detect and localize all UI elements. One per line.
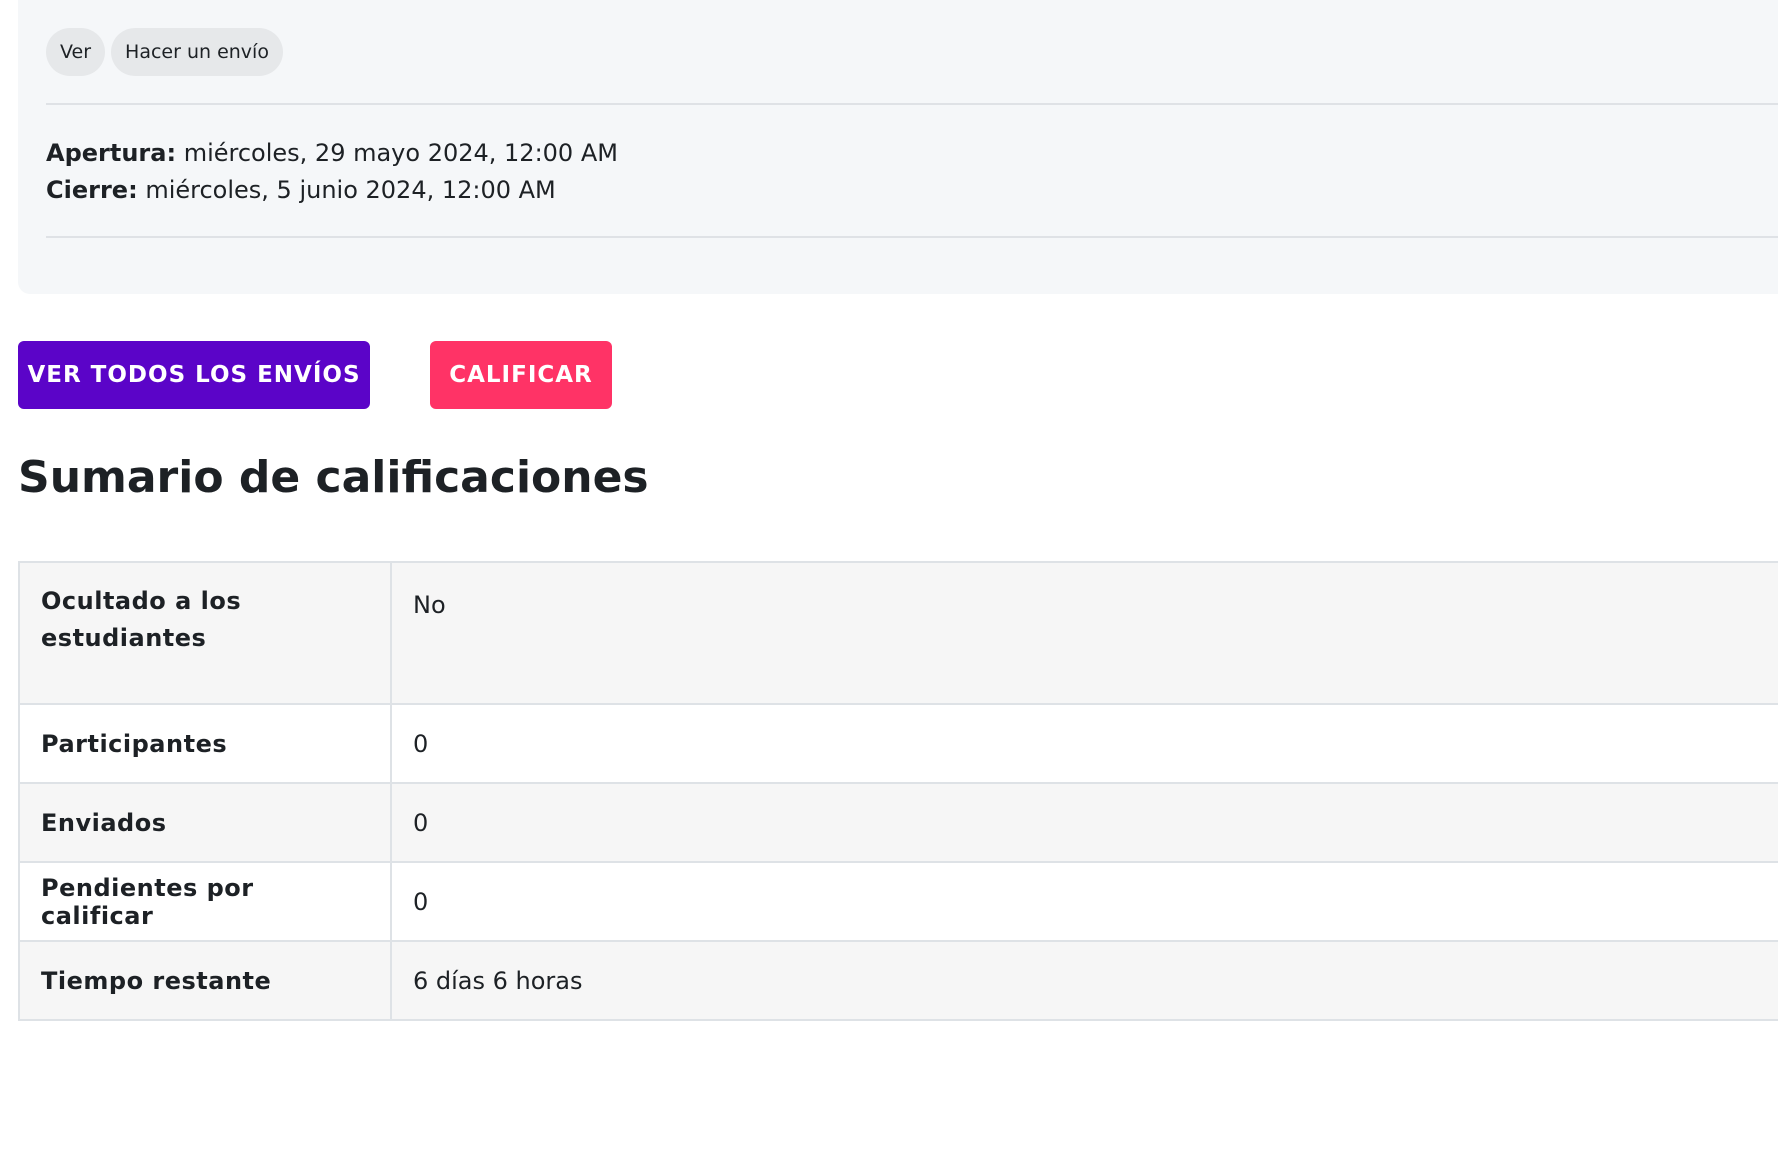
row-value: 0 [390, 782, 1778, 863]
table-row: Pendientes por calificar 0 [18, 861, 1778, 942]
table-row: Enviados 0 [18, 782, 1778, 863]
divider [46, 103, 1778, 105]
closing-label: Cierre: [46, 176, 138, 204]
activity-info-card: Ver Hacer un envío Apertura: miércoles, … [18, 0, 1778, 294]
table-row: Participantes 0 [18, 703, 1778, 784]
table-row: Tiempo restante 6 días 6 horas [18, 940, 1778, 1021]
view-all-submissions-button[interactable]: VER TODOS LOS ENVÍOS [18, 341, 370, 409]
row-value: No [390, 561, 1778, 705]
row-value: 6 días 6 horas [390, 940, 1778, 1021]
row-value: 0 [390, 703, 1778, 784]
row-label: Tiempo restante [18, 940, 392, 1021]
tag-ver: Ver [46, 28, 106, 76]
divider [46, 236, 1778, 238]
activity-dates: Apertura: miércoles, 29 mayo 2024, 12:00… [46, 135, 618, 209]
row-label: Participantes [18, 703, 392, 784]
opening-value: miércoles, 29 mayo 2024, 12:00 AM [183, 139, 618, 167]
closing-date: Cierre: miércoles, 5 junio 2024, 12:00 A… [46, 172, 618, 209]
grading-summary-table: Ocultado a los estudiantes No Participan… [18, 561, 1778, 1021]
grade-button[interactable]: CALIFICAR [430, 341, 612, 409]
table-row: Ocultado a los estudiantes No [18, 561, 1778, 705]
row-label: Ocultado a los estudiantes [18, 561, 392, 705]
closing-value: miércoles, 5 junio 2024, 12:00 AM [145, 176, 556, 204]
grading-summary-title: Sumario de calificaciones [18, 452, 649, 503]
page: Ver Hacer un envío Apertura: miércoles, … [0, 0, 1778, 1162]
activity-tags: Ver Hacer un envío [46, 28, 283, 76]
opening-date: Apertura: miércoles, 29 mayo 2024, 12:00… [46, 135, 618, 172]
opening-label: Apertura: [46, 139, 177, 167]
row-label: Pendientes por calificar [18, 861, 392, 942]
row-value: 0 [390, 861, 1778, 942]
row-label: Enviados [18, 782, 392, 863]
tag-hacer-un-envio: Hacer un envío [111, 28, 283, 76]
